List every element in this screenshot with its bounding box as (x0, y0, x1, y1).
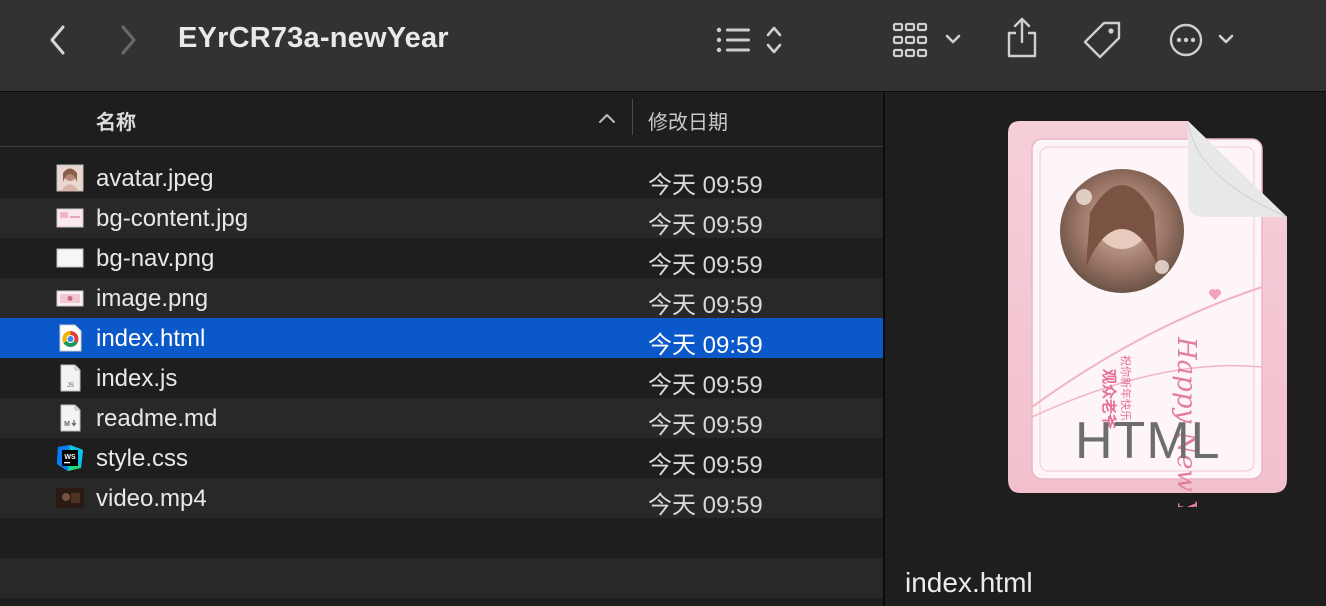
file-list: 名称 修改日期 avatar.jpeg 今天 09:59 bg-content.… (0, 93, 883, 606)
image-thumbnail-icon (56, 208, 84, 228)
grid-view-icon (892, 22, 961, 58)
share-icon (1007, 17, 1037, 58)
tag-icon (1083, 21, 1121, 59)
file-date: 今天 09:59 (648, 412, 763, 439)
image-thumbnail-icon (56, 164, 84, 192)
chevron-down-icon (1218, 34, 1234, 44)
webstorm-css-icon: WS (57, 445, 83, 471)
file-date: 今天 09:59 (648, 212, 763, 239)
column-header-date[interactable]: 修改日期 (648, 106, 728, 135)
file-type-badge: HTML (1075, 412, 1221, 470)
file-date: 今天 09:59 (648, 452, 763, 479)
sort-ascending-icon[interactable] (597, 110, 617, 126)
svg-text:WS: WS (64, 454, 76, 461)
chevron-left-icon (50, 25, 65, 55)
file-row-index-html[interactable]: index.html 今天 09:59 (0, 318, 883, 359)
file-row-avatar[interactable]: avatar.jpeg 今天 09:59 (0, 158, 883, 199)
file-row-bg-content[interactable]: bg-content.jpg 今天 09:59 (0, 198, 883, 239)
file-date: 今天 09:59 (648, 332, 763, 359)
toolbar: EYrCR73a-newYear (0, 0, 1326, 92)
file-name: style.css (96, 445, 189, 472)
file-name: bg-nav.png (96, 245, 215, 272)
file-date: 今天 09:59 (648, 292, 763, 319)
markdown-file-icon: M (60, 404, 81, 432)
file-row-video[interactable]: video.mp4 今天 09:59 (0, 478, 883, 519)
file-row-readme[interactable]: M readme.md 今天 09:59 (0, 398, 883, 439)
preview-pane: Happy New Year 祝你新年快乐 观众老爷 HTML index.ht… (885, 93, 1326, 606)
list-view-icon (716, 26, 782, 54)
list-view-button[interactable] (712, 22, 788, 58)
file-name: index.html (96, 325, 206, 352)
file-name: image.png (96, 285, 209, 312)
preview-filename: index.html (905, 567, 1033, 598)
file-row-style-css[interactable]: WS style.css 今天 09:59 (0, 438, 883, 479)
empty-row (0, 518, 883, 558)
list-header: 名称 修改日期 (0, 93, 883, 147)
share-button[interactable] (1004, 16, 1040, 60)
forward-button[interactable] (110, 22, 146, 58)
file-date: 今天 09:59 (648, 252, 763, 279)
file-date: 今天 09:59 (648, 172, 763, 199)
file-row-bg-nav[interactable]: bg-nav.png 今天 09:59 (0, 238, 883, 279)
image-thumbnail-icon (56, 290, 84, 307)
file-date: 今天 09:59 (648, 372, 763, 399)
window-title: EYrCR73a-newYear (178, 22, 449, 54)
file-name: bg-content.jpg (96, 205, 249, 232)
image-thumbnail-icon (56, 248, 84, 268)
tags-button[interactable] (1080, 20, 1124, 60)
file-row-index-js[interactable]: JS index.js 今天 09:59 (0, 358, 883, 399)
chrome-html-icon (59, 324, 82, 352)
more-icon (1169, 23, 1234, 57)
svg-text:JS: JS (67, 383, 74, 389)
svg-text:M: M (64, 421, 70, 428)
chevron-down-icon (945, 34, 961, 44)
file-date: 今天 09:59 (648, 492, 763, 519)
video-thumbnail-icon (56, 488, 84, 508)
chevron-right-icon (121, 25, 136, 55)
back-button[interactable] (40, 22, 76, 58)
file-name: video.mp4 (96, 485, 207, 512)
column-divider[interactable] (632, 99, 633, 135)
js-file-icon: JS (60, 364, 81, 392)
view-options-button[interactable] (892, 20, 966, 60)
column-header-name[interactable]: 名称 (96, 106, 136, 135)
file-name: readme.md (96, 405, 218, 432)
file-row-image[interactable]: image.png 今天 09:59 (0, 278, 883, 319)
file-name: index.js (96, 365, 178, 392)
file-name: avatar.jpeg (96, 165, 214, 192)
empty-row (0, 558, 883, 598)
more-button[interactable] (1166, 20, 1238, 60)
